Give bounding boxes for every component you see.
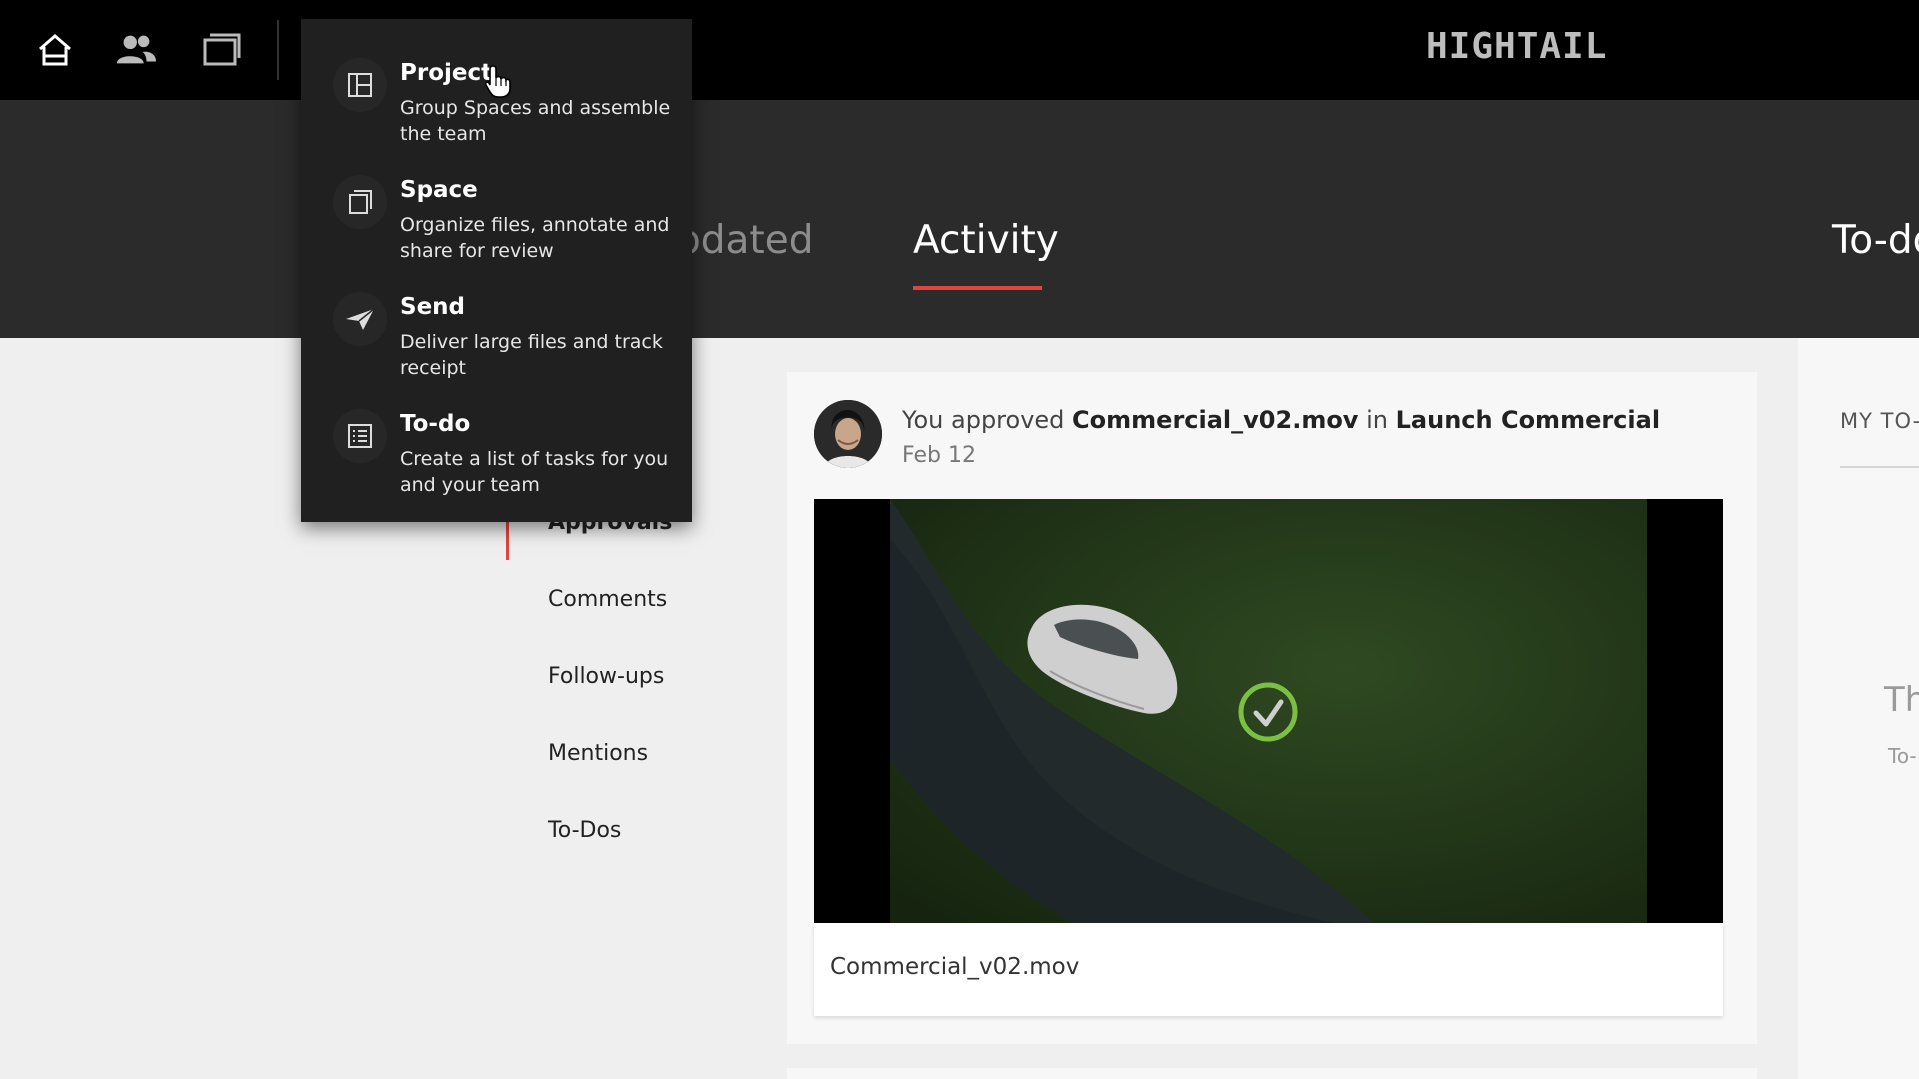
people-icon[interactable] bbox=[114, 28, 158, 72]
activity-space-link[interactable]: Launch Commercial bbox=[1396, 406, 1660, 434]
todo-empty-subtitle: To- bbox=[1888, 744, 1917, 768]
menu-item-space[interactable]: Space Organize files, annotate and share… bbox=[301, 147, 692, 265]
checklist-icon bbox=[333, 409, 387, 463]
menu-item-description: Group Spaces and assemble the team bbox=[400, 97, 671, 145]
hand-cursor-icon bbox=[484, 64, 514, 98]
paper-plane-icon bbox=[333, 292, 387, 346]
menu-item-title: Project bbox=[400, 60, 493, 86]
filter-to-dos[interactable]: To-Dos bbox=[548, 818, 621, 843]
video-thumbnail[interactable] bbox=[814, 499, 1723, 923]
brand-logo: HIGHTAIL bbox=[1426, 26, 1608, 67]
spaces-icon[interactable] bbox=[200, 28, 244, 72]
active-tab-indicator bbox=[913, 286, 1042, 290]
tab-activity[interactable]: Activity bbox=[913, 218, 1059, 263]
menu-item-description: Deliver large files and track receipt bbox=[400, 331, 663, 379]
activity-connector: in bbox=[1366, 406, 1388, 434]
top-bar bbox=[0, 0, 1919, 100]
filter-mentions[interactable]: Mentions bbox=[548, 741, 648, 766]
space-icon bbox=[333, 175, 387, 229]
menu-item-description: Create a list of tasks for you and your … bbox=[400, 448, 669, 496]
menu-item-description: Organize files, annotate and share for r… bbox=[400, 214, 670, 262]
project-icon bbox=[333, 58, 387, 112]
activity-date: Feb 12 bbox=[902, 443, 976, 468]
nav-divider bbox=[277, 20, 279, 80]
avatar[interactable] bbox=[814, 400, 882, 468]
divider bbox=[1840, 466, 1919, 468]
menu-item-todo[interactable]: To-do Create a list of tasks for you and… bbox=[301, 381, 692, 499]
menu-item-title: Send bbox=[400, 294, 466, 320]
menu-item-title: To-do bbox=[400, 411, 471, 437]
home-icon[interactable] bbox=[33, 28, 77, 72]
filter-comments[interactable]: Comments bbox=[548, 587, 667, 612]
tab-todo[interactable]: To-do bbox=[1832, 218, 1919, 263]
activity-card-next bbox=[787, 1068, 1757, 1079]
todo-panel-title: MY TO- bbox=[1840, 409, 1919, 433]
activity-description: You approved Commercial_v02.mov in Launc… bbox=[902, 406, 1660, 434]
tab-updated[interactable]: pdated bbox=[676, 218, 813, 263]
file-name-link[interactable]: Commercial_v02.mov bbox=[830, 954, 1079, 980]
filter-follow-ups[interactable]: Follow-ups bbox=[548, 664, 664, 689]
activity-file-link[interactable]: Commercial_v02.mov bbox=[1072, 406, 1358, 434]
todo-empty-title: Th bbox=[1884, 680, 1919, 720]
menu-item-title: Space bbox=[400, 177, 478, 203]
activity-prefix: You approved bbox=[902, 406, 1065, 434]
menu-item-send[interactable]: Send Deliver large files and track recei… bbox=[301, 264, 692, 382]
